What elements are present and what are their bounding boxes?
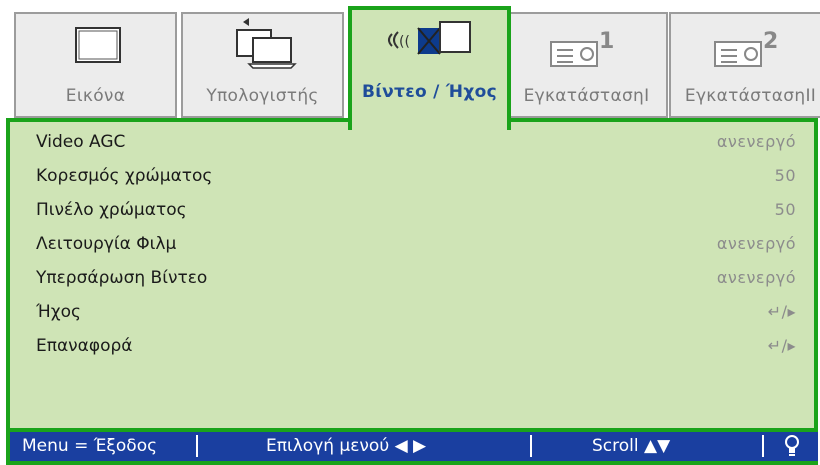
tab-setup-1-label: ΕγκατάστασηΙ	[523, 86, 650, 106]
setting-color-saturation[interactable]: Κορεσμός χρώματος 50	[26, 162, 796, 196]
svg-text:2: 2	[763, 29, 778, 54]
tab-setup-2-label: ΕγκατάστασηΙΙ	[684, 86, 817, 106]
setting-label: Πινέλο χρώματος	[36, 200, 187, 220]
setting-video-overscan[interactable]: Υπερσάρωση Βίντεο ανενεργό	[26, 264, 796, 298]
setting-film-mode[interactable]: Λειτουργία Φιλμ ανενεργό	[26, 230, 796, 264]
video-audio-icon: ((	[352, 14, 507, 76]
divider	[196, 435, 198, 457]
tab-bar: Εικόνα Υπολογιστής ((Βίντεο / Ήχος 1 Εγ…	[14, 6, 820, 130]
enter-arrow-icon: ↵/▸	[767, 336, 796, 355]
tab-computer-label: Υπολογιστής	[206, 86, 319, 106]
help-bar: Menu = Έξοδος Επιλογή μενού ◀ ▶ Scroll ▲…	[6, 428, 818, 465]
setting-label: Επαναφορά	[36, 336, 133, 356]
tab-computer[interactable]: Υπολογιστής	[181, 12, 344, 118]
setting-value: 50	[774, 200, 796, 219]
setting-value: ανενεργό	[716, 268, 796, 287]
osd-menu: Εικόνα Υπολογιστής ((Βίντεο / Ήχος 1 Εγ…	[6, 0, 820, 465]
tab-picture-label: Εικόνα	[65, 86, 126, 106]
menu-exit-hint: Menu = Έξοδος	[22, 436, 158, 456]
help-bar-inner: Menu = Έξοδος Επιλογή μενού ◀ ▶ Scroll ▲…	[10, 432, 818, 461]
setting-value: ανενεργό	[716, 132, 796, 151]
setting-value: 50	[774, 166, 796, 185]
bulb-icon	[782, 434, 802, 463]
settings-list: Video AGC ανενεργό Κορεσμός χρώματος 50 …	[26, 128, 796, 366]
setting-video-agc[interactable]: Video AGC ανενεργό	[26, 128, 796, 162]
svg-text:1: 1	[599, 29, 614, 54]
setting-label: Υπερσάρωση Βίντεο	[36, 268, 208, 288]
projector-setup-2-icon: 2	[671, 18, 820, 80]
tab-setup-1[interactable]: 1 ΕγκατάστασηΙ	[505, 12, 668, 118]
scroll-hint: Scroll ▲▼	[592, 436, 671, 456]
setting-reset[interactable]: Επαναφορά ↵/▸	[26, 332, 796, 366]
setting-value: ανενεργό	[716, 234, 796, 253]
tab-setup-2[interactable]: 2 ΕγκατάστασηΙΙ	[669, 12, 820, 118]
tab-video-audio[interactable]: (( Βίντεο / Ήχος	[348, 6, 511, 130]
select-menu-hint: Επιλογή μενού ◀ ▶	[266, 436, 427, 456]
monitor-icon	[16, 18, 175, 80]
divider	[530, 435, 532, 457]
setting-color-tint[interactable]: Πινέλο χρώματος 50	[26, 196, 796, 230]
setting-label: Κορεσμός χρώματος	[36, 166, 213, 186]
projector-setup-1-icon: 1	[507, 18, 666, 80]
computer-icon	[183, 18, 342, 80]
setting-label: Ήχος	[36, 302, 82, 322]
enter-arrow-icon: ↵/▸	[767, 302, 796, 321]
setting-label: Λειτουργία Φιλμ	[36, 234, 177, 254]
divider	[762, 435, 764, 457]
setting-audio[interactable]: Ήχος ↵/▸	[26, 298, 796, 332]
svg-text:((: ((	[399, 34, 410, 50]
tab-picture[interactable]: Εικόνα	[14, 12, 177, 118]
setting-label: Video AGC	[36, 132, 126, 152]
tab-video-audio-label: Βίντεο / Ήχος	[362, 82, 497, 102]
